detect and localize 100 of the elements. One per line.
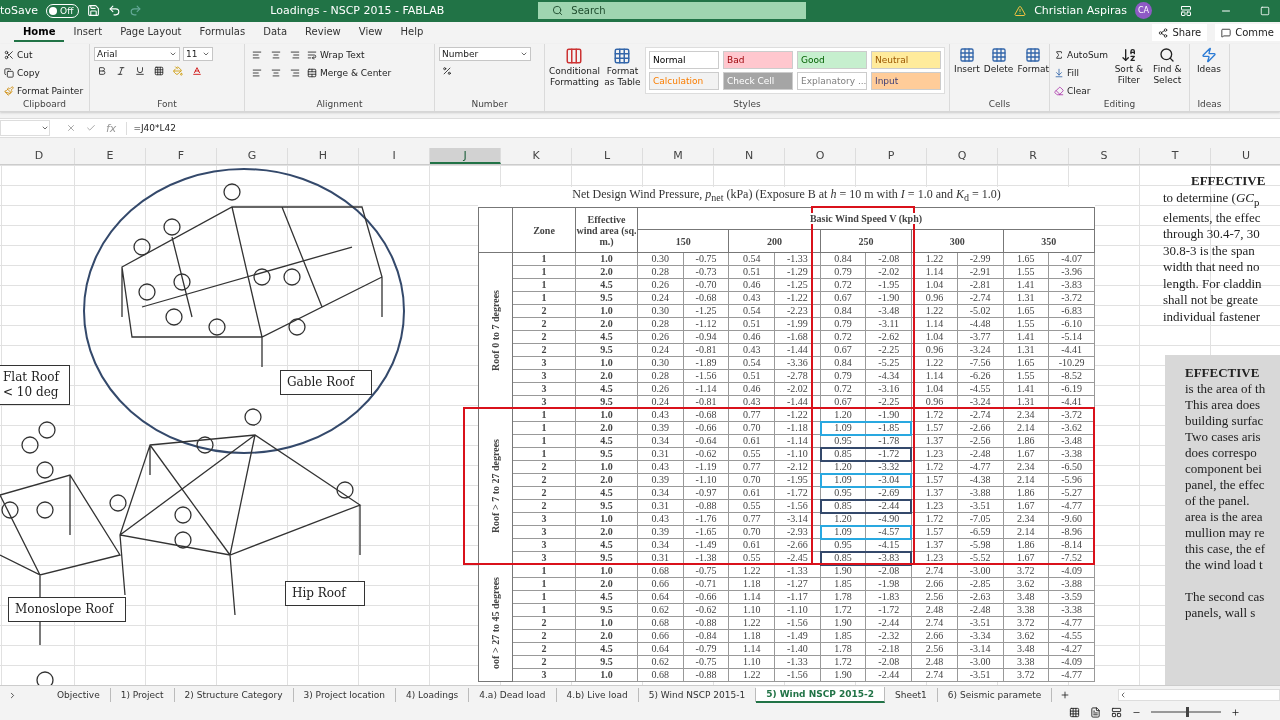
page-layout-icon[interactable] (1090, 706, 1101, 718)
table-cell: -1.49 (774, 629, 821, 643)
table-cell: 2.0 (575, 525, 638, 539)
column-header[interactable]: Q (927, 148, 998, 164)
scroll-tabs-icon[interactable] (8, 690, 17, 700)
sort-filter-button[interactable]: Sort & Filter (1112, 46, 1146, 86)
column-header[interactable]: J (430, 148, 501, 164)
format-button[interactable]: Format (1017, 46, 1050, 75)
column-header[interactable]: K (501, 148, 572, 164)
font-name-field[interactable]: Arial (94, 46, 180, 61)
font-size-field[interactable]: 11 (183, 46, 213, 61)
ribbon-display-icon[interactable] (1180, 4, 1192, 17)
table-cell: -1.17 (774, 590, 821, 604)
horizontal-scrollbar[interactable] (1118, 689, 1280, 702)
column-header[interactable]: F (146, 148, 217, 164)
column-header[interactable]: T (1140, 148, 1211, 164)
table-cell: 2.0 (575, 265, 638, 279)
column-header[interactable]: D (4, 148, 75, 164)
autosum-button[interactable]: AutoSum (1054, 46, 1109, 63)
table-cell: 2.14 (1003, 473, 1049, 487)
ribbon-tab[interactable]: Page Layout (111, 23, 191, 43)
table-cell: 0.96 (911, 291, 958, 305)
number-format-field[interactable]: Number (439, 46, 531, 61)
ribbon-tab[interactable]: View (349, 23, 392, 43)
sheet-tab[interactable]: 4) Loadings (396, 688, 470, 703)
table-cell: -4.09 (1048, 655, 1095, 669)
undo-icon[interactable] (108, 4, 122, 18)
ribbon-tab[interactable]: Help (391, 23, 433, 43)
format-as-table-button[interactable]: Format as Table (603, 46, 641, 88)
sheet-tab[interactable]: 4.b) Live load (556, 688, 639, 703)
group-label: Number (470, 99, 509, 112)
search-field[interactable]: Search (538, 2, 807, 20)
share-button[interactable]: Share (1152, 24, 1208, 42)
clear-button[interactable]: Clear (1054, 82, 1109, 99)
column-header[interactable]: N (714, 148, 785, 164)
column-header[interactable]: H (288, 148, 359, 164)
formula-field[interactable]: =J40*L42 (133, 123, 176, 134)
zoom-thumb[interactable] (1186, 707, 1189, 718)
column-header[interactable]: M (643, 148, 714, 164)
column-header[interactable]: E (75, 148, 146, 164)
table-cell: -2.08 (865, 655, 912, 669)
cell-style[interactable]: Good (797, 50, 867, 69)
table-cell: 3.48 (1003, 590, 1049, 604)
table-cell: -2.74 (957, 291, 1003, 305)
ribbon-tab[interactable]: Data (254, 23, 297, 43)
column-header[interactable]: S (1069, 148, 1140, 164)
sheet-tab[interactable]: 3) Project location (293, 688, 396, 703)
column-header[interactable]: P (856, 148, 927, 164)
save-icon[interactable] (87, 4, 101, 18)
merge-center-button[interactable]: Merge & Center (307, 64, 392, 81)
sheet-tab[interactable]: Sheet1 (885, 688, 938, 703)
ribbon-tab[interactable]: Review (296, 23, 350, 43)
table-cell: -2.93 (774, 525, 821, 539)
delete-button[interactable]: Delete (983, 46, 1014, 75)
restore-icon[interactable] (1260, 5, 1270, 16)
table-cell: 1.90 (820, 564, 866, 578)
table-cell: 1.37 (911, 434, 958, 448)
sheet-tab[interactable]: 6) Seismic paramete (937, 688, 1053, 703)
find-select-button[interactable]: Find & Select (1149, 46, 1185, 86)
table-cell: -3.59 (1048, 590, 1095, 604)
cell-style[interactable]: Bad (723, 50, 793, 69)
cell-style[interactable]: Input (871, 71, 941, 90)
copy-button[interactable]: Copy (4, 64, 84, 81)
user-avatar[interactable]: CA (1135, 2, 1152, 20)
column-header[interactable]: R (998, 148, 1069, 164)
add-sheet-icon[interactable] (1060, 690, 1071, 701)
insert-button[interactable]: Insert (954, 46, 980, 75)
table-cell: 2 (512, 330, 576, 344)
fill-button[interactable]: Fill (1054, 64, 1109, 81)
ideas-button[interactable]: Ideas (1194, 46, 1224, 75)
comments-button[interactable]: Comme (1215, 24, 1280, 42)
cut-button[interactable]: Cut (4, 46, 84, 63)
ribbon-tab[interactable]: Insert (64, 23, 112, 43)
column-header[interactable]: O (785, 148, 856, 164)
ribbon-tab[interactable]: Formulas (190, 23, 255, 43)
table-cell: -10.29 (1048, 356, 1095, 370)
cell-style[interactable]: Explanatory ... (797, 71, 867, 90)
sheet-tab[interactable]: 2) Structure Category (174, 688, 294, 703)
ribbon-tab[interactable]: Home (14, 23, 65, 43)
group-label: Clipboard (22, 99, 67, 112)
sheet-tab[interactable]: 5) Wind NSCP 2015-2 (756, 687, 886, 704)
table-cell: -1.22 (774, 408, 821, 422)
table-cell: -1.68 (774, 330, 821, 344)
column-header[interactable]: G (217, 148, 288, 164)
wrap-text-button[interactable]: Wrap Text (307, 46, 392, 63)
cell-style[interactable]: Neutral (871, 50, 941, 69)
table-cell: -2.48 (957, 603, 1003, 617)
table-cell: -0.88 (683, 499, 729, 513)
column-header[interactable]: U (1211, 148, 1280, 164)
page-break-icon[interactable] (1111, 706, 1122, 718)
zoom-in-icon[interactable] (1231, 707, 1240, 717)
sheet-tab[interactable]: 1) Project (110, 688, 175, 703)
table-cell: 2.74 (911, 616, 958, 630)
sheet-tab[interactable]: Objective (47, 688, 111, 703)
sheet-tab[interactable]: 4.a) Dead load (469, 688, 557, 703)
format-painter-button[interactable]: Format Painter (4, 82, 84, 99)
cell-style[interactable]: Normal (649, 50, 719, 69)
normal-view-icon[interactable] (1069, 706, 1080, 718)
column-header[interactable]: L (572, 148, 643, 164)
conditional-formatting-button[interactable]: Conditional Formatting (549, 46, 600, 88)
